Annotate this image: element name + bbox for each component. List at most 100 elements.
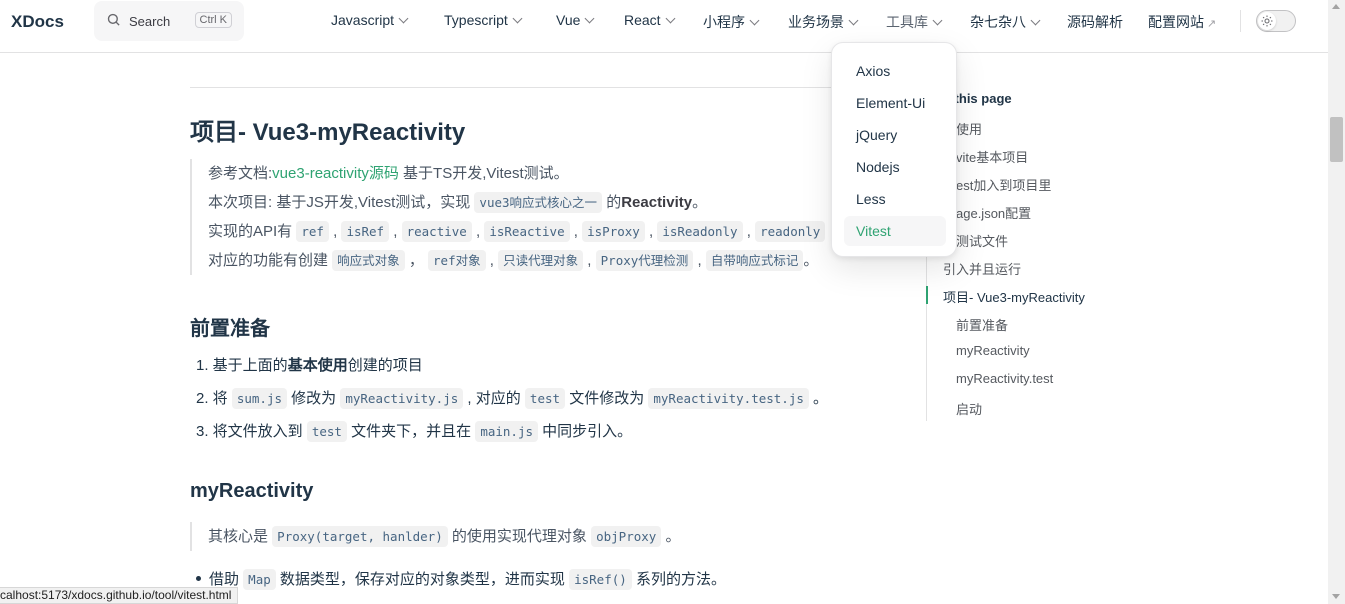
sun-icon xyxy=(1258,12,1276,30)
text: 中同步引入。 xyxy=(538,423,633,440)
inline-code: Proxy代理检测 xyxy=(595,250,694,271)
text: 参考文档: xyxy=(208,165,273,182)
nav-item-business[interactable]: 业务场景 xyxy=(788,12,859,32)
reference-quote: 参考文档:vue3-reactivity源码 基于TS开发,Vitest测试。 … xyxy=(190,159,826,275)
text: 。 xyxy=(803,252,819,269)
scroll-down-arrow-icon[interactable] xyxy=(1332,594,1340,599)
inline-code: myReactivity.test.js xyxy=(648,388,809,409)
text: 创建的项目 xyxy=(347,357,423,374)
text: 文件修改为 xyxy=(565,390,649,407)
dropdown-item-nodejs[interactable]: Nodejs xyxy=(844,152,946,182)
nav-item-label: Vue xyxy=(556,12,581,28)
nav-item-typescript[interactable]: Typescript xyxy=(444,12,523,28)
dropdown-item-jquery[interactable]: jQuery xyxy=(844,120,946,150)
chevron-down-icon xyxy=(749,15,760,26)
scroll-up-arrow-icon[interactable] xyxy=(1332,4,1340,9)
toc-active-marker xyxy=(926,286,928,304)
text: 的使用实现代理对象 xyxy=(447,528,592,545)
reference-link[interactable]: vue3-reactivity源码 xyxy=(272,165,399,182)
search-button[interactable]: Search Ctrl K xyxy=(94,1,244,41)
bold-text: 基本使用 xyxy=(287,357,348,374)
scrollbar-track[interactable] xyxy=(1328,0,1345,604)
nav-item-source[interactable]: 源码解析 xyxy=(1067,12,1123,32)
inline-code: 只读代理对象 xyxy=(498,250,584,271)
text: 。 xyxy=(661,528,681,545)
inline-code: 响应式对象 xyxy=(332,250,405,271)
text: 。 xyxy=(808,390,829,407)
nav-item-vue[interactable]: Vue xyxy=(556,12,595,28)
inline-code: test xyxy=(306,421,347,442)
text: 1. 基于上面的 xyxy=(196,357,288,374)
nav-item-react[interactable]: React xyxy=(624,12,676,28)
dropdown-item-vitest[interactable]: Vitest xyxy=(844,216,946,246)
inline-code: isRef xyxy=(341,221,390,242)
list-item: 1. 基于上面的基本使用创建的项目 xyxy=(196,349,828,382)
nav-item-misc[interactable]: 杂七杂八 xyxy=(970,12,1041,32)
page-title: 项目- Vue3-myReactivity xyxy=(190,119,466,146)
nav-item-label: 工具库 xyxy=(886,14,928,30)
text: 系列的方法。 xyxy=(631,571,726,588)
quote-line: 对应的功能有创建 响应式对象 ， ref对象 , 只读代理对象 , Proxy代… xyxy=(208,250,819,271)
nav-item-tools[interactable]: 工具库 xyxy=(886,12,943,32)
external-link-icon: ↗ xyxy=(1207,18,1217,30)
quote-line: 参考文档:vue3-reactivity源码 基于TS开发,Vitest测试。 xyxy=(208,159,825,188)
toc-link[interactable]: 引入并且运行 xyxy=(943,259,1021,278)
list-item: 3. 将文件放入到 test 文件夹下，并且在 main.js 中同步引入。 xyxy=(196,415,828,448)
toc-link[interactable]: myReactivity.test xyxy=(956,371,1053,386)
nav-divider xyxy=(1240,10,1241,32)
scrollbar-thumb[interactable] xyxy=(1330,117,1343,162)
inline-code: vue3响应式核心之一 xyxy=(474,192,603,213)
inline-code: Map xyxy=(243,569,276,590)
toc-link[interactable]: 前置准备 xyxy=(956,315,1008,334)
dropdown-item-element-ui[interactable]: Element-Ui xyxy=(844,88,946,118)
toc-link[interactable]: 启动 xyxy=(956,399,982,418)
text: 3. 将文件放入到 xyxy=(196,423,307,440)
inline-code: isRef() xyxy=(569,569,632,590)
toc-link[interactable]: vitest加入到项目里 xyxy=(943,175,1051,194)
bold-text: Reactivity xyxy=(621,194,693,211)
nav-item-label: 源码解析 xyxy=(1067,14,1123,30)
section-heading: 前置准备 xyxy=(190,318,270,340)
nav-item-javascript[interactable]: Javascript xyxy=(331,12,409,28)
inline-code: test xyxy=(524,388,566,409)
text: 基于TS开发,Vitest测试。 xyxy=(398,165,569,182)
site-logo[interactable]: XDocs xyxy=(11,12,64,32)
inline-code: 自带响应式标记 xyxy=(705,250,804,271)
chevron-down-icon xyxy=(665,13,676,24)
text: 的 xyxy=(602,194,622,211)
inline-code: ref对象 xyxy=(428,250,486,271)
content-divider xyxy=(190,87,914,88)
text: 本次项目: 基于JS开发,Vitest测试，实现 xyxy=(208,194,475,211)
chevron-down-icon xyxy=(932,15,943,26)
dropdown-item-axios[interactable]: Axios xyxy=(844,56,946,86)
nav-item-label: React xyxy=(624,12,661,28)
inline-code: isProxy xyxy=(582,221,645,242)
search-icon xyxy=(106,12,121,31)
chevron-down-icon xyxy=(584,13,595,24)
text: 其核心是 xyxy=(208,528,273,545)
text: 。 xyxy=(692,194,708,211)
dropdown-item-less[interactable]: Less xyxy=(844,184,946,214)
toc-link-active[interactable]: 项目- Vue3-myReactivity xyxy=(943,287,1085,306)
top-navbar: XDocs Search Ctrl K Javascript Typescrip… xyxy=(0,0,1328,53)
nav-item-label: 业务场景 xyxy=(788,14,844,30)
text: 2. 将 xyxy=(196,390,232,407)
chevron-down-icon xyxy=(848,15,859,26)
tools-dropdown-menu: Axios Element-Ui jQuery Nodejs Less Vite… xyxy=(831,42,957,257)
text: 修改为 xyxy=(287,390,341,407)
chevron-down-icon xyxy=(512,13,523,24)
inline-code: isReactive xyxy=(484,221,570,242)
status-url: calhost:5173/xdocs.github.io/tool/vitest… xyxy=(0,587,239,604)
nav-item-label: Typescript xyxy=(444,12,508,28)
inline-code: sum.js xyxy=(231,388,288,409)
nav-item-miniprogram[interactable]: 小程序 xyxy=(703,12,760,32)
toc-link[interactable]: myReactivity xyxy=(956,343,1030,358)
nav-item-config-site[interactable]: 配置网站 ↗ xyxy=(1148,12,1216,32)
quote-line: 其核心是 Proxy(target, hanlder) 的使用实现代理对象 ob… xyxy=(208,522,680,551)
inline-code: ref xyxy=(296,221,329,242)
theme-toggle[interactable] xyxy=(1256,10,1296,32)
text: 借助 xyxy=(209,571,244,588)
inline-code: isReadonly xyxy=(657,221,743,242)
inline-code: main.js xyxy=(475,421,538,442)
chevron-down-icon xyxy=(1030,15,1041,26)
